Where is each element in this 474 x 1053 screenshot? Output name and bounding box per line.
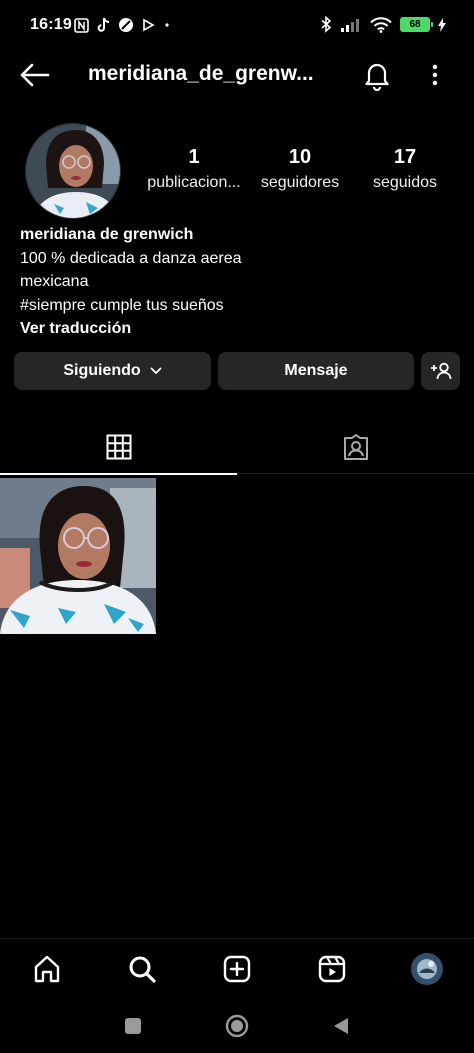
signal-icon xyxy=(341,18,359,32)
status-bar: 16:19 68 xyxy=(0,0,474,52)
profile-photo xyxy=(26,124,120,218)
home-button[interactable] xyxy=(222,1011,252,1041)
profile-avatar-small xyxy=(411,953,443,985)
nav-profile[interactable] xyxy=(409,951,445,987)
battery-indicator: 68 xyxy=(400,17,433,32)
posts-count[interactable]: 1 publicacion... xyxy=(139,146,249,192)
message-button[interactable]: Mensaje xyxy=(218,352,414,390)
grid-icon xyxy=(106,434,131,459)
more-options-icon[interactable] xyxy=(423,60,447,90)
profile-name: meridiana de grenwich xyxy=(20,226,194,243)
app-icon xyxy=(119,18,133,32)
home-circle-icon xyxy=(225,1014,249,1038)
post-image xyxy=(0,478,156,634)
bio-line: #siempre cumple tus sueños xyxy=(20,296,224,314)
status-time: 16:19 xyxy=(30,16,72,33)
suggested-people-button[interactable] xyxy=(421,352,460,390)
bio-line: 100 % dedicada a danza aerea xyxy=(20,249,242,267)
charging-icon xyxy=(438,17,446,32)
bluetooth-icon xyxy=(321,16,332,33)
tiktok-icon xyxy=(97,17,110,32)
see-translation-link[interactable]: Ver traducción xyxy=(20,317,460,341)
reels-icon xyxy=(318,955,346,983)
profile-tabs xyxy=(0,420,474,475)
add-person-icon xyxy=(430,362,451,380)
nav-home[interactable] xyxy=(29,951,65,987)
create-icon xyxy=(223,955,251,983)
bio-line: mexicana xyxy=(20,273,89,290)
tab-tagged[interactable] xyxy=(237,420,474,474)
back-button[interactable] xyxy=(326,1011,356,1041)
profile-username: meridiana_de_grenw... xyxy=(88,62,314,85)
nav-reels[interactable] xyxy=(314,951,350,987)
recents-button[interactable] xyxy=(118,1011,148,1041)
back-triangle-icon xyxy=(334,1018,348,1034)
search-icon xyxy=(129,956,156,983)
recents-icon xyxy=(125,1018,141,1034)
chevron-down-icon xyxy=(150,367,162,375)
dot-icon xyxy=(165,23,169,27)
profile-bio: meridiana de grenwich 100 % dedicada a d… xyxy=(20,223,460,341)
bottom-navigation xyxy=(0,938,474,998)
profile-avatar[interactable] xyxy=(25,123,121,219)
tab-posts-grid[interactable] xyxy=(0,420,237,475)
notifications-bell-icon[interactable] xyxy=(362,59,392,91)
system-navigation xyxy=(0,998,474,1053)
following-button[interactable]: Siguiendo xyxy=(14,352,211,390)
home-icon xyxy=(34,955,60,983)
nfc-icon xyxy=(74,17,89,33)
followers-count[interactable]: 10 seguidores xyxy=(245,146,355,192)
profile-header: meridiana_de_grenw... xyxy=(0,52,474,98)
back-arrow-icon[interactable] xyxy=(18,61,50,89)
tagged-icon xyxy=(343,434,368,460)
nav-search[interactable] xyxy=(124,951,160,987)
wifi-icon xyxy=(370,16,392,33)
nav-create[interactable] xyxy=(219,951,255,987)
following-count[interactable]: 17 seguidos xyxy=(350,146,460,192)
post-thumbnail[interactable] xyxy=(0,478,156,634)
play-store-icon xyxy=(143,18,155,32)
